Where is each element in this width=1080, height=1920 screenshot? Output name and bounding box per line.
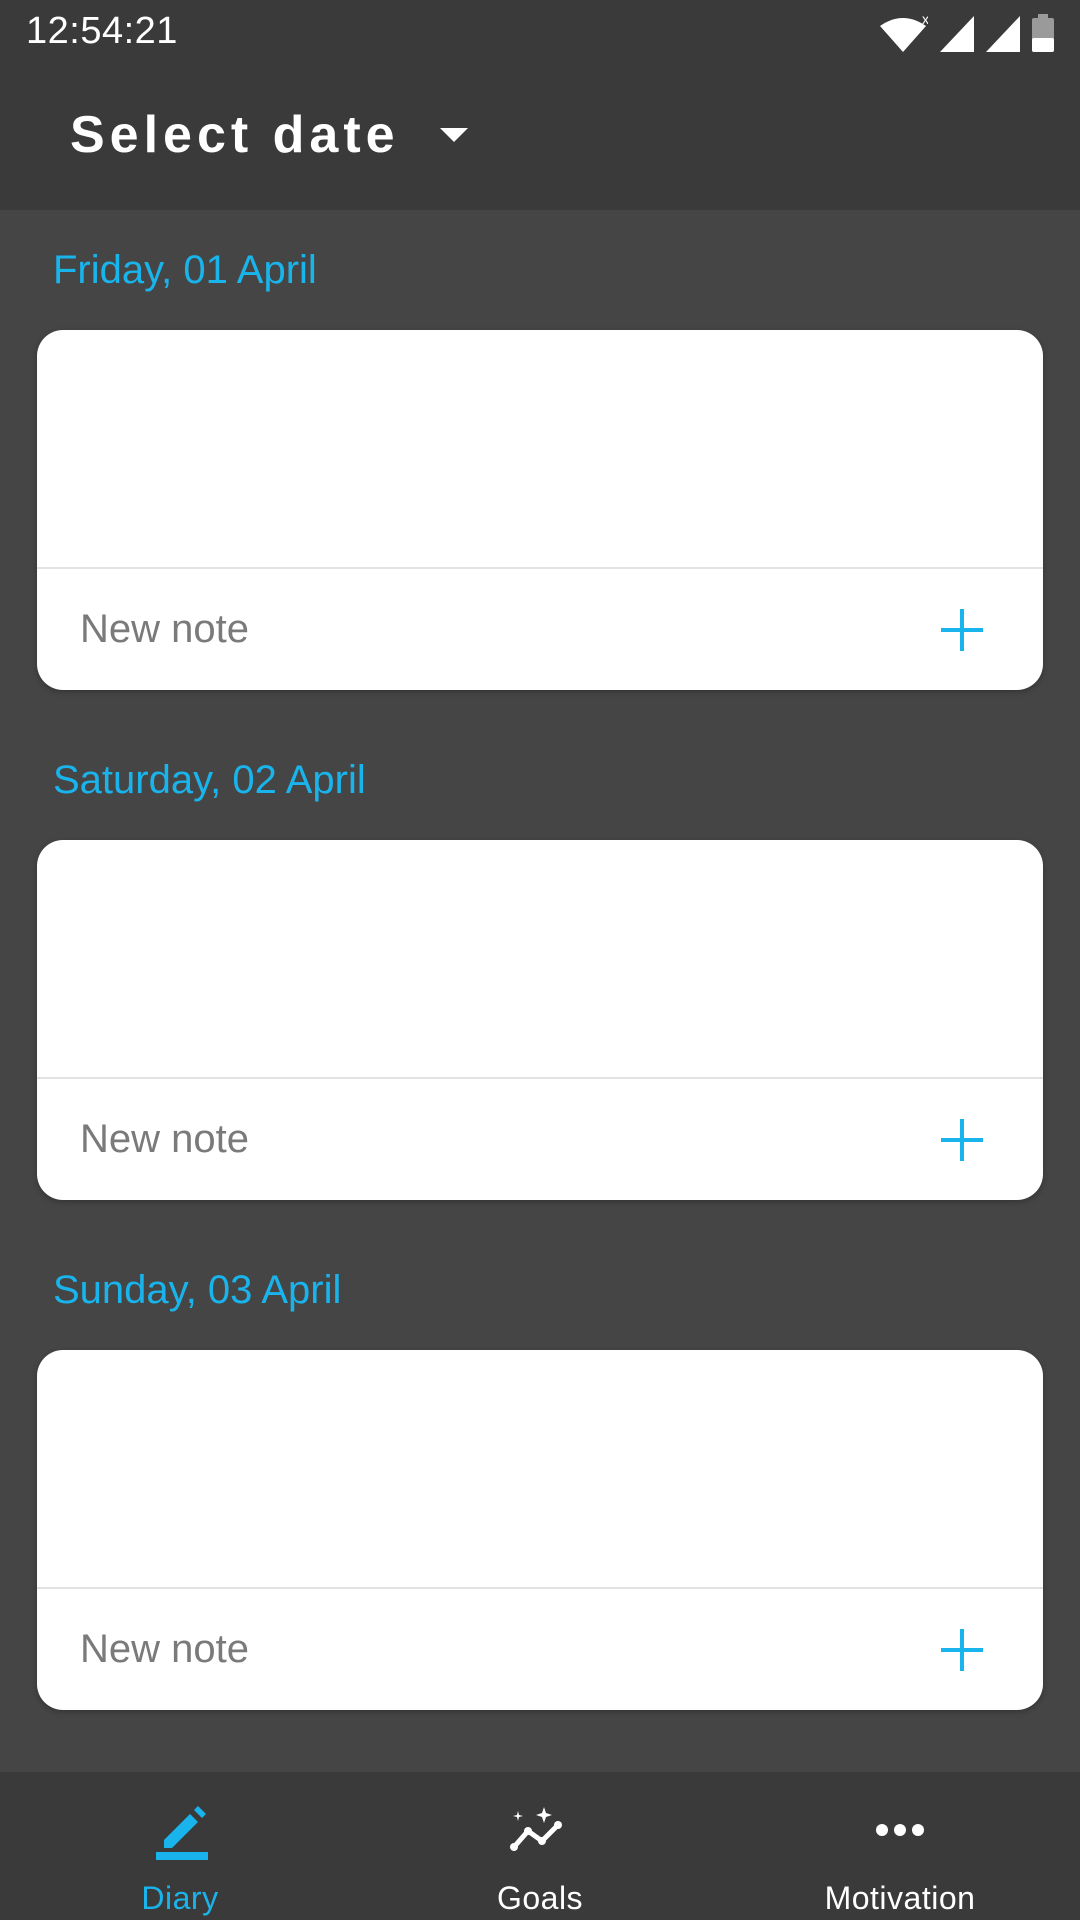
note-card-body[interactable] xyxy=(37,840,1043,1079)
signal-icon xyxy=(940,16,974,52)
new-note-label: New note xyxy=(80,1627,249,1671)
diary-list[interactable]: Friday, 01 April New note Saturday, 02 A… xyxy=(0,210,1080,1772)
status-icons: x xyxy=(878,12,1054,52)
new-note-button[interactable]: New note xyxy=(37,1589,1043,1710)
note-card: New note xyxy=(37,330,1043,690)
note-card-body[interactable] xyxy=(37,1350,1043,1589)
note-card-body[interactable] xyxy=(37,330,1043,569)
svg-text:x: x xyxy=(922,16,928,27)
status-time: 12:54:21 xyxy=(26,10,178,52)
diary-screen: 12:54:21 x Select date Friday, 01 April … xyxy=(0,0,1080,1920)
plus-icon[interactable] xyxy=(941,609,983,651)
app-bar: Select date xyxy=(0,62,1080,210)
new-note-button[interactable]: New note xyxy=(37,569,1043,690)
wifi-icon: x xyxy=(880,16,928,52)
nav-label-motivation: Motivation xyxy=(824,1880,976,1916)
note-card: New note xyxy=(37,840,1043,1200)
day-heading: Sunday, 03 April xyxy=(53,1268,342,1312)
nav-item-motivation[interactable]: Motivation xyxy=(720,1772,1080,1920)
nav-item-diary[interactable]: Diary xyxy=(0,1772,360,1920)
new-note-label: New note xyxy=(80,607,249,651)
pencil-icon xyxy=(145,1798,215,1862)
plus-icon[interactable] xyxy=(941,1629,983,1671)
more-dots-icon xyxy=(865,1798,935,1862)
day-heading: Friday, 01 April xyxy=(53,248,317,292)
new-note-button[interactable]: New note xyxy=(37,1079,1043,1200)
dropdown-arrow-icon xyxy=(439,128,468,142)
note-card: New note xyxy=(37,1350,1043,1710)
signal-icon xyxy=(986,16,1020,52)
new-note-label: New note xyxy=(80,1117,249,1161)
battery-icon xyxy=(1032,14,1054,52)
select-date-dropdown[interactable]: Select date xyxy=(70,100,468,170)
nav-label-goals: Goals xyxy=(496,1880,584,1916)
nav-label-diary: Diary xyxy=(141,1880,219,1916)
status-bar: 12:54:21 x xyxy=(0,0,1080,62)
nav-item-goals[interactable]: Goals xyxy=(360,1772,720,1920)
bottom-navigation: Diary Goals Motivation xyxy=(0,1772,1080,1920)
day-heading: Saturday, 02 April xyxy=(53,758,366,802)
plus-icon[interactable] xyxy=(941,1119,983,1161)
select-date-label: Select date xyxy=(70,106,400,164)
goals-chart-icon xyxy=(505,1798,575,1862)
